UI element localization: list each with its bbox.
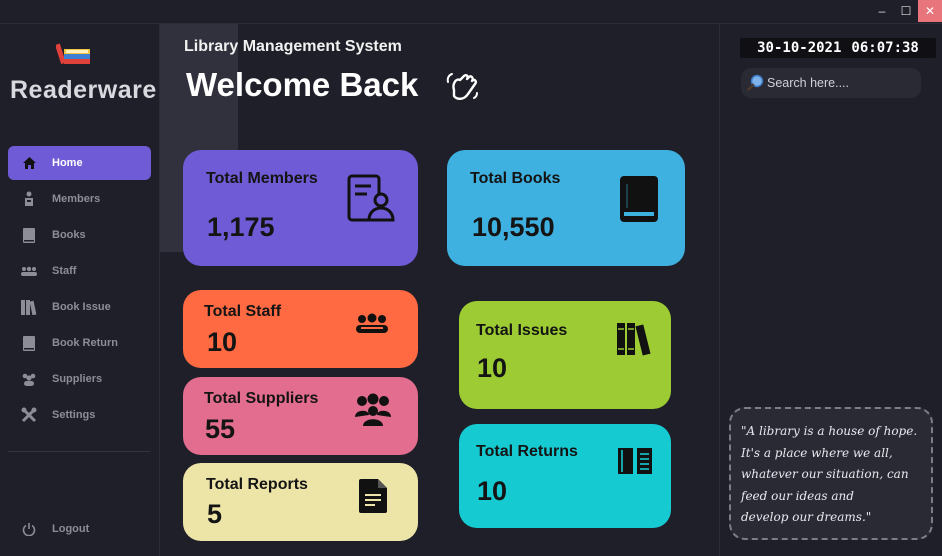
sidebar-item-members[interactable]: Members (8, 182, 151, 216)
close-button[interactable]: ✕ (918, 0, 942, 22)
card-title: Total Reports (206, 476, 308, 493)
book-icon (21, 227, 37, 243)
time-text: 06:07:38 (851, 40, 919, 56)
title-bar: – ☐ ✕ (0, 0, 942, 24)
logout-button[interactable]: Logout (8, 512, 151, 546)
sidebar: Readerware Home Members Books Staff Book… (0, 24, 160, 556)
card-value: 10 (207, 327, 238, 357)
sidebar-item-staff[interactable]: Staff (8, 254, 151, 288)
sidebar-item-label: Settings (52, 409, 96, 421)
sidebar-item-suppliers[interactable]: Suppliers (8, 362, 151, 396)
total-members-card[interactable]: Total Members 1,175 (183, 150, 418, 266)
quote-line: feed our ideas and (741, 488, 854, 503)
home-icon (21, 155, 37, 171)
book-return-icon (21, 335, 37, 351)
sidebar-item-book-issue[interactable]: Book Issue (8, 290, 151, 324)
total-reports-card[interactable]: Total Reports 5 (183, 463, 418, 541)
minimize-button[interactable]: – (870, 0, 894, 22)
quote-line: It's a place where we all, (741, 445, 893, 460)
sidebar-item-label: Home (52, 157, 83, 169)
books-stack-icon (617, 323, 651, 356)
search-icon (747, 74, 764, 91)
book-card-icon (620, 176, 658, 222)
brand-name: Readerware (10, 76, 157, 104)
quote-line: whatever our situation, can (741, 467, 909, 481)
quote-box: "A library is a house of hope. It's a pl… (729, 407, 933, 540)
page-title: Welcome Back (186, 66, 419, 103)
open-book-icon (618, 448, 652, 474)
sidebar-item-book-return[interactable]: Book Return (8, 326, 151, 360)
waving-hand-icon (446, 73, 478, 100)
card-value: 5 (207, 499, 223, 529)
datetime-display: 30-10-2021 06:07:38 (740, 38, 936, 58)
staff-icon (21, 263, 37, 279)
card-title: Total Suppliers (204, 390, 319, 407)
total-returns-card[interactable]: Total Returns 10 (459, 424, 671, 528)
card-value: 10,550 (472, 212, 555, 242)
sidebar-item-settings[interactable]: Settings (8, 398, 151, 432)
quote-line: "A library is a house of hope. (741, 424, 918, 438)
total-staff-card[interactable]: Total Staff 10 (183, 290, 418, 368)
total-issues-card[interactable]: Total Issues 10 (459, 301, 671, 409)
sidebar-item-label: Books (52, 229, 86, 241)
sidebar-item-label: Suppliers (52, 373, 103, 385)
total-suppliers-card[interactable]: Total Suppliers 55 (183, 377, 418, 455)
member-card-icon (347, 174, 395, 222)
report-document-icon (359, 479, 387, 513)
total-books-card[interactable]: Total Books 10,550 (447, 150, 685, 266)
suppliers-icon (21, 371, 37, 387)
sidebar-item-label: Staff (52, 265, 77, 277)
books-logo-icon (56, 43, 90, 65)
card-title: Total Returns (476, 443, 578, 460)
card-title: Total Issues (476, 322, 568, 339)
sidebar-item-label: Book Issue (52, 301, 111, 313)
sidebar-item-books[interactable]: Books (8, 218, 151, 252)
card-value: 1,175 (207, 212, 275, 242)
members-icon (21, 191, 37, 207)
card-value: 10 (477, 476, 508, 506)
search-box[interactable] (741, 68, 921, 98)
sidebar-item-label: Members (52, 193, 101, 205)
power-icon (21, 521, 37, 537)
suppliers-card-icon (355, 393, 391, 426)
card-value: 10 (477, 353, 508, 383)
logout-label: Logout (52, 523, 90, 535)
card-title: Total Staff (204, 303, 282, 320)
quote-line: develop our dreams." (741, 510, 872, 524)
sidebar-nav: Home Members Books Staff Book Issue Book… (8, 146, 151, 434)
card-value: 55 (205, 414, 236, 444)
card-title: Total Books (470, 170, 561, 187)
sidebar-item-label: Book Return (52, 337, 118, 349)
sidebar-item-home[interactable]: Home (8, 146, 151, 180)
settings-icon (21, 407, 37, 423)
book-issue-icon (21, 299, 37, 315)
sidebar-divider (8, 451, 150, 452)
staff-card-icon (356, 313, 388, 333)
date-text: 30-10-2021 (757, 40, 842, 56)
search-input[interactable] (767, 72, 915, 94)
maximize-button[interactable]: ☐ (894, 0, 918, 22)
app-subtitle: Library Management System (184, 38, 402, 55)
card-title: Total Members (206, 170, 318, 187)
